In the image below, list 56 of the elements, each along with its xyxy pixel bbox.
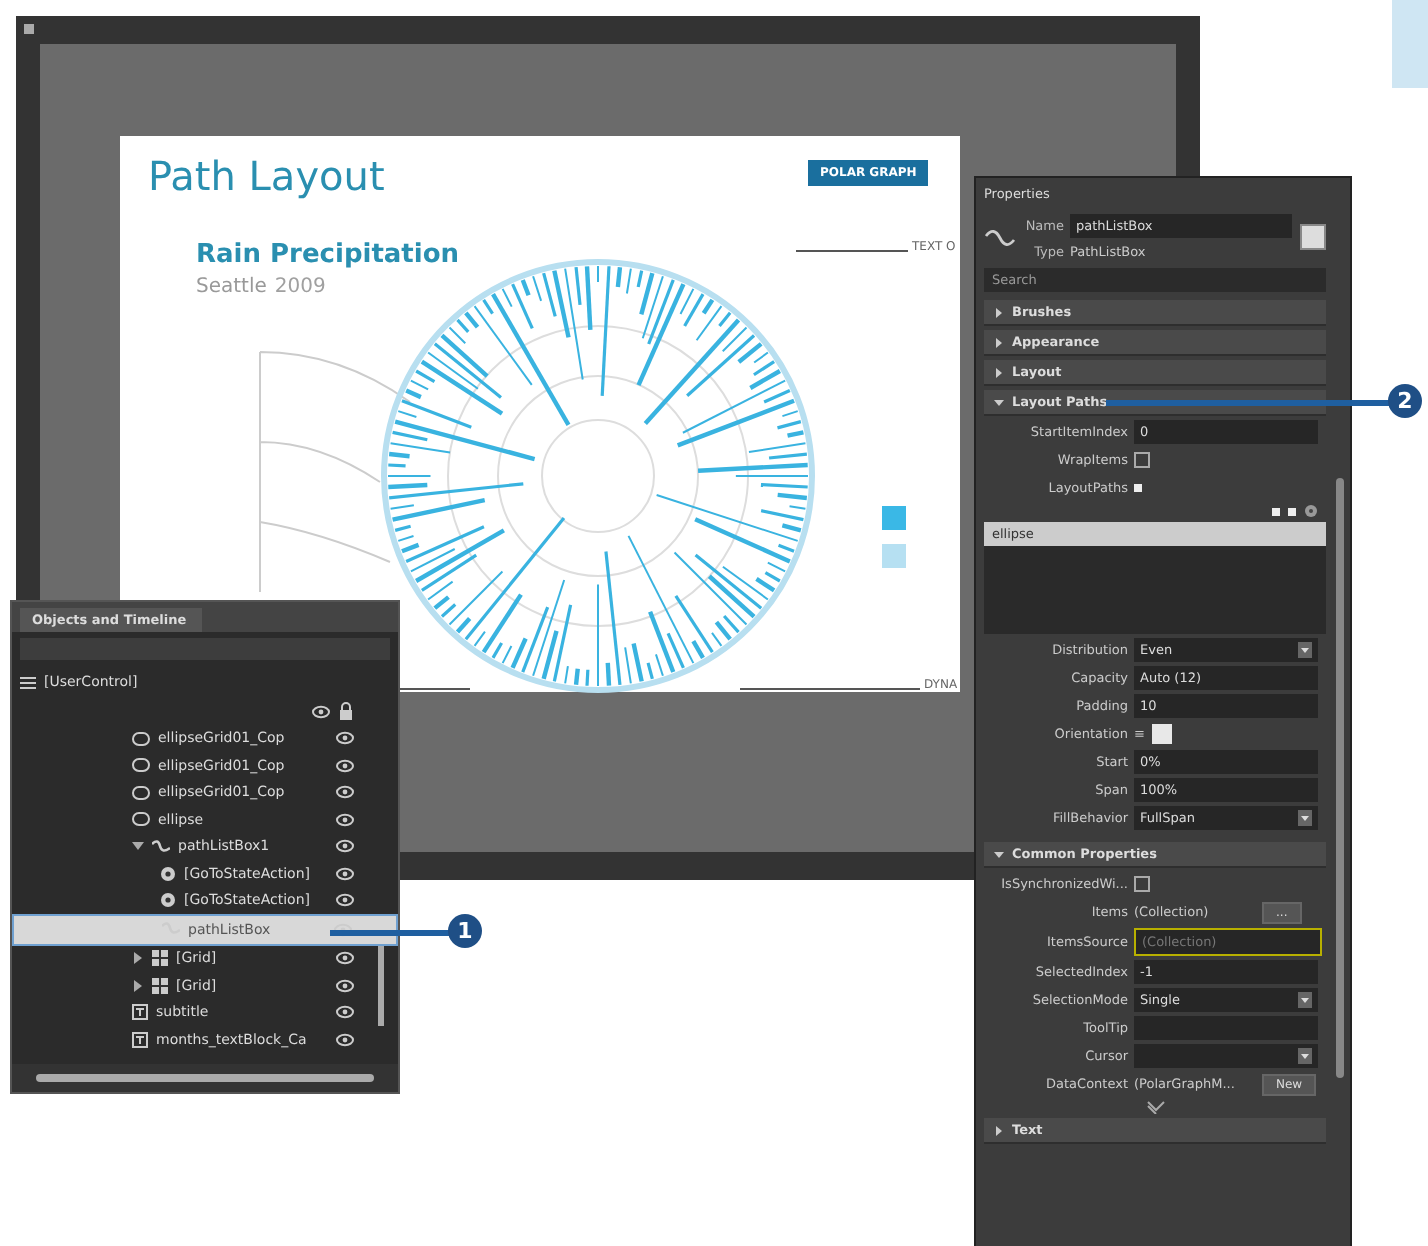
eye-icon[interactable] — [336, 730, 354, 747]
view-button[interactable] — [1300, 224, 1326, 250]
expander-icon[interactable] — [132, 952, 144, 965]
scrollbar[interactable] — [36, 1074, 374, 1082]
eye-icon[interactable] — [336, 950, 354, 967]
eye-icon[interactable] — [336, 838, 354, 855]
eye-icon[interactable] — [336, 757, 354, 774]
marker-icon[interactable] — [1272, 507, 1280, 515]
orientation-toggle[interactable] — [1152, 724, 1173, 744]
wave-icon — [984, 227, 1016, 247]
window-icon — [24, 24, 34, 34]
marker-icon[interactable] — [1134, 484, 1142, 492]
eye-icon[interactable] — [336, 784, 354, 801]
year-label: 2009 — [274, 276, 326, 298]
chart-title: Rain Precipitation — [196, 240, 460, 270]
callout-number: 2 — [1388, 384, 1422, 418]
city-label: Seattle — [196, 276, 267, 298]
textblock-icon — [132, 1004, 148, 1021]
leader-line — [796, 250, 908, 252]
legend-swatch — [882, 506, 906, 530]
expander-icon[interactable] — [132, 979, 144, 992]
menu-icon — [20, 675, 36, 689]
eye-icon[interactable] — [336, 892, 354, 909]
eye-icon[interactable] — [336, 811, 354, 828]
lock-icon[interactable] — [338, 702, 354, 721]
textblock-icon — [132, 1031, 148, 1048]
caret-icon — [994, 307, 1004, 317]
marker-icon[interactable] — [1288, 507, 1296, 515]
dropdown[interactable] — [1134, 1044, 1318, 1068]
eye-icon[interactable] — [336, 1031, 354, 1048]
grid-icon — [152, 950, 168, 967]
wave-icon — [152, 839, 170, 854]
caret-icon — [994, 1125, 1004, 1135]
expand-more-icon[interactable] — [1145, 1100, 1165, 1114]
caret-icon — [994, 367, 1004, 377]
checkbox[interactable] — [1134, 452, 1150, 468]
scrollbar[interactable] — [1336, 478, 1344, 1078]
scrollbar[interactable] — [378, 946, 384, 1026]
caret-icon — [1298, 992, 1312, 1008]
caret-icon — [1298, 1048, 1312, 1064]
caret-icon — [994, 337, 1004, 347]
eye-icon[interactable] — [336, 977, 354, 994]
expander-icon[interactable] — [132, 840, 144, 853]
eye-icon[interactable] — [336, 1004, 354, 1021]
eye-icon[interactable] — [336, 865, 354, 882]
caret-icon — [1298, 810, 1312, 826]
gear-icon[interactable] — [1304, 504, 1318, 518]
eye-icon[interactable] — [312, 703, 330, 720]
callout-number: 1 — [448, 914, 482, 948]
caret-icon — [994, 397, 1004, 407]
caret-icon — [1298, 642, 1312, 658]
leader-line — [330, 930, 450, 936]
legend-swatch — [882, 544, 906, 568]
grid-icon — [152, 977, 168, 994]
app-title: Path Layout — [148, 152, 385, 200]
checkbox[interactable] — [1134, 876, 1150, 892]
